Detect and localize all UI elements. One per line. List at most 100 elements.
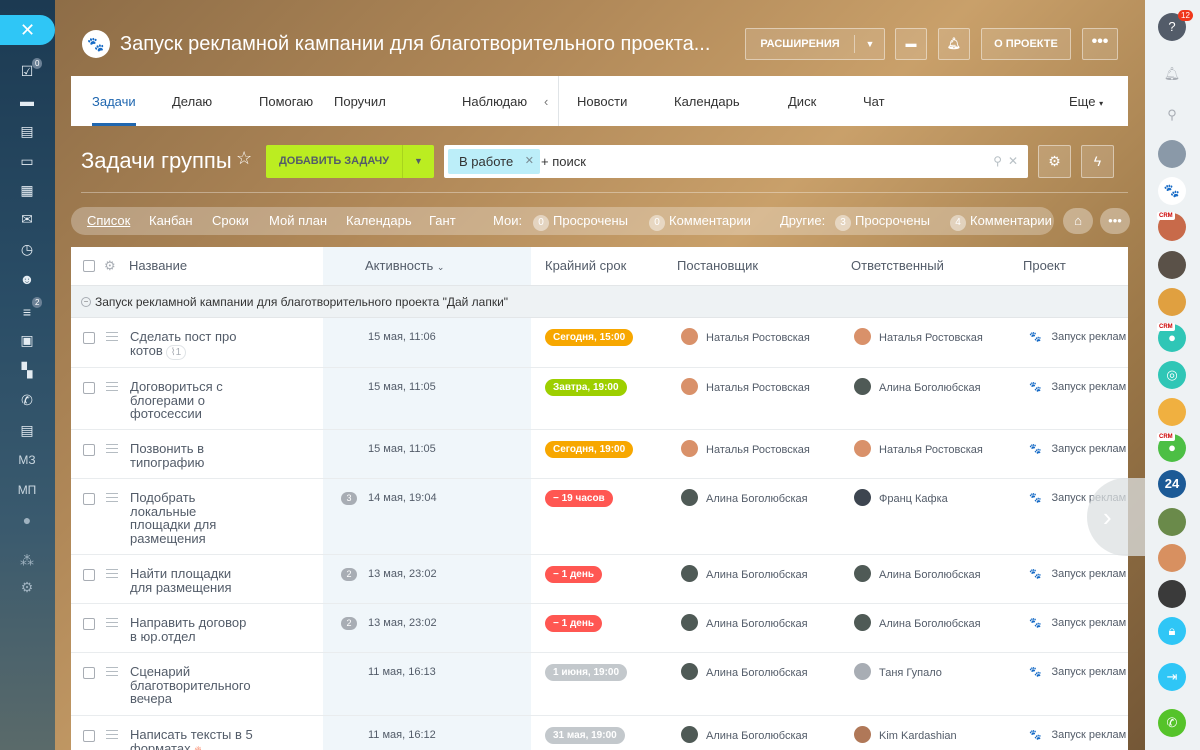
view-list[interactable]: Список [87, 207, 130, 235]
drag-handle-icon[interactable] [106, 569, 118, 578]
drag-handle-icon[interactable] [106, 332, 118, 341]
tab-calendar[interactable]: Календарь [674, 76, 740, 126]
clear-icon[interactable]: ✕ [1008, 145, 1018, 178]
row-checkbox[interactable] [83, 618, 95, 630]
deadline-badge[interactable]: Завтра, 19:00 [545, 379, 627, 396]
search-icon[interactable]: ⚲ [993, 145, 1002, 178]
others-comments-counter[interactable]: 4 Комментарии [950, 207, 1052, 235]
creator[interactable]: Алина Боголюбская [681, 565, 808, 582]
project-link[interactable]: 🐾 Запуск реклам [1029, 729, 1126, 741]
row-checkbox[interactable] [83, 493, 95, 505]
deadline-badge[interactable]: Сегодня, 15:00 [545, 329, 634, 346]
avatar[interactable] [1158, 251, 1186, 279]
responsible[interactable]: Франц Кафка [854, 489, 948, 506]
tab-disk[interactable]: Диск [788, 76, 816, 126]
robot-icon[interactable]: ⌂ [1063, 208, 1093, 234]
table-row[interactable]: Подобрать локальные площадки для размеще… [71, 479, 1128, 555]
feed-icon[interactable]: ▤ [18, 122, 36, 140]
column-deadline[interactable]: Крайний срок [545, 247, 626, 285]
more-icon[interactable]: ••• [1100, 208, 1130, 234]
mail-icon[interactable]: ✉ [18, 210, 36, 228]
nav-mp[interactable]: МП [12, 483, 42, 497]
row-checkbox[interactable] [83, 667, 95, 679]
select-all-checkbox[interactable] [83, 260, 95, 272]
project-link[interactable]: 🐾 Запуск реклам [1029, 617, 1126, 629]
lock-icon[interactable]: 🔒︎ [1158, 617, 1186, 645]
responsible[interactable]: Алина Боголюбская [854, 565, 981, 582]
drag-handle-icon[interactable] [106, 444, 118, 453]
window-icon[interactable]: ▣ [18, 331, 36, 349]
responsible[interactable]: Наталья Ростовская [854, 328, 983, 345]
drag-handle-icon[interactable] [106, 382, 118, 391]
row-checkbox[interactable] [83, 332, 95, 344]
tab-tasks[interactable]: Задачи [92, 76, 136, 126]
column-responsible[interactable]: Ответственный [851, 247, 944, 285]
creator[interactable]: Алина Боголюбская [681, 614, 808, 631]
creator[interactable]: Наталья Ростовская [681, 328, 810, 345]
tab-doing[interactable]: Делаю [172, 76, 212, 126]
tab-watching[interactable]: Наблюдаю [462, 76, 527, 126]
drive-icon[interactable]: ▭ [18, 152, 36, 170]
deadline-badge[interactable]: − 19 часов [545, 490, 613, 507]
tab-helping[interactable]: Помогаю [259, 76, 313, 126]
deadline-badge[interactable]: − 1 день [545, 566, 603, 583]
chevron-down-icon[interactable]: ▼ [855, 29, 885, 59]
table-row[interactable]: Найти площадки для размещения 2 13 мая, 23… [71, 555, 1128, 604]
row-checkbox[interactable] [83, 730, 95, 742]
table-row[interactable]: Написать тексты в 5 форматах 🔥︎ 11 мая, 1… [71, 716, 1128, 750]
others-overdue-counter[interactable]: 3 Просрочены [835, 207, 930, 235]
table-row[interactable]: Направить договор в юр.отдел 2 13 мая, 23:… [71, 604, 1128, 653]
project-link[interactable]: 🐾 Запуск реклам [1029, 381, 1126, 393]
gear-icon[interactable]: ⚙ [1038, 145, 1071, 178]
task-name[interactable]: Сделать пост про котов ⌇1 [130, 330, 255, 360]
drag-handle-icon[interactable] [106, 618, 118, 627]
avatar[interactable] [1158, 580, 1186, 608]
view-deadlines[interactable]: Сроки [212, 207, 249, 235]
task-name[interactable]: Договориться с блогерами о фотосессии [130, 380, 255, 421]
mine-comments-counter[interactable]: 0 Комментарии [649, 207, 751, 235]
avatar[interactable] [1158, 508, 1186, 536]
calendar-icon[interactable]: ▦ [18, 181, 36, 199]
creator[interactable]: Алина Боголюбская [681, 489, 808, 506]
bitrix24-icon[interactable]: 24 [1158, 470, 1186, 498]
gear-icon[interactable]: ⚙ [104, 247, 116, 285]
project-link[interactable]: 🐾 Запуск реклам [1029, 568, 1126, 580]
groups-icon[interactable]: ☻ [18, 270, 36, 288]
tab-assigned[interactable]: Поручил [334, 76, 386, 126]
row-checkbox[interactable] [83, 444, 95, 456]
project-link[interactable]: 🐾 Запуск реклам [1029, 666, 1126, 678]
avatar[interactable] [1158, 398, 1186, 426]
responsible[interactable]: Kim Kardashian [854, 726, 957, 743]
view-gantt[interactable]: Гант [429, 207, 456, 235]
avatar[interactable] [1158, 288, 1186, 316]
deadline-badge[interactable]: − 1 день [545, 615, 603, 632]
clock-icon[interactable]: ◷ [18, 240, 36, 258]
avatar[interactable] [1158, 544, 1186, 572]
group-row[interactable]: − Запуск рекламной кампании для благотво… [71, 285, 1128, 318]
creator[interactable]: Наталья Ростовская [681, 440, 810, 457]
table-row[interactable]: Сценарий благотворительного вечера 11 мая… [71, 653, 1128, 716]
deadline-badge[interactable]: 1 июня, 19:00 [545, 664, 628, 681]
close-icon[interactable]: ✕ [0, 15, 55, 45]
phone-icon[interactable]: ✆ [1158, 709, 1186, 737]
creator[interactable]: Алина Боголюбская [681, 663, 808, 680]
lightning-icon[interactable]: ϟ [1081, 145, 1114, 178]
column-creator[interactable]: Постановщик [677, 247, 758, 285]
chevron-left-icon[interactable]: ‹ [544, 76, 548, 126]
apps-icon[interactable]: ▚ [18, 361, 36, 379]
project-link[interactable]: 🐾 Запуск реклам [1029, 443, 1126, 455]
responsible[interactable]: Алина Боголюбская [854, 614, 981, 631]
row-checkbox[interactable] [83, 382, 95, 394]
project-link[interactable]: 🐾 Запуск реклам [1029, 331, 1126, 343]
nav-mz[interactable]: МЗ [12, 453, 42, 467]
table-row[interactable]: Сделать пост про котов ⌇1 15 мая, 11:06 Сег… [71, 318, 1128, 368]
task-name[interactable]: Написать тексты в 5 форматах 🔥︎ [130, 728, 255, 750]
chat-icon[interactable]: ▬ [18, 92, 36, 110]
avatar[interactable] [1158, 140, 1186, 168]
search-field[interactable]: В работе ✕ + поиск ⚲ ✕ [444, 145, 1028, 178]
mine-overdue-counter[interactable]: 0 Просрочены [533, 207, 628, 235]
creator[interactable]: Алина Боголюбская [681, 726, 808, 743]
bell-icon[interactable]: 🔔︎ [1158, 60, 1186, 88]
search-icon[interactable]: ⚲ [1158, 101, 1186, 129]
about-project-button[interactable]: О ПРОЕКТЕ [981, 28, 1071, 60]
